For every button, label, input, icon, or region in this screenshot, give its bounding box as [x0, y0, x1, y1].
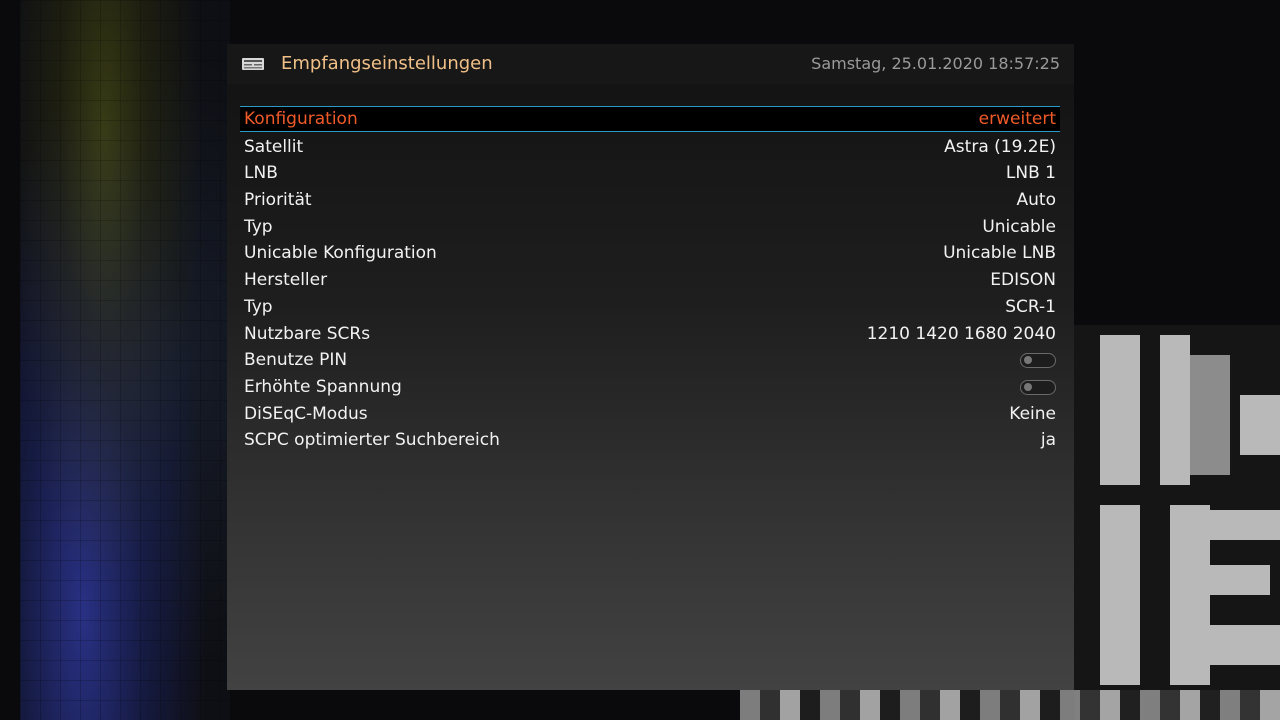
- setting-label: LNB: [244, 163, 278, 184]
- settings-row[interactable]: Unicable Konfiguration Unicable LNB: [240, 240, 1060, 267]
- background-right-pixelated: [1074, 325, 1280, 720]
- settings-row[interactable]: Typ Unicable: [240, 214, 1060, 241]
- settings-row[interactable]: Erhöhte Spannung: [240, 374, 1060, 401]
- toggle-switch[interactable]: [1020, 379, 1056, 395]
- setting-label: Hersteller: [244, 270, 328, 291]
- toggle-knob: [1024, 382, 1032, 391]
- setting-label: Unicable Konfiguration: [244, 243, 437, 264]
- settings-row[interactable]: Priorität Auto: [240, 187, 1060, 214]
- satellite-dish-icon: [242, 58, 264, 70]
- setting-value: Auto: [1016, 190, 1056, 211]
- background-left-blur: [20, 0, 230, 720]
- setting-label: DiSEqC-Modus: [244, 403, 368, 424]
- setting-value: Unicable LNB: [943, 243, 1056, 264]
- settings-row[interactable]: SCPC optimierter Suchbereich ja: [240, 427, 1060, 454]
- panel-header: Empfangseinstellungen Samstag, 25.01.202…: [227, 44, 1074, 84]
- settings-row[interactable]: Typ SCR-1: [240, 294, 1060, 321]
- setting-value: erweitert: [978, 109, 1056, 129]
- setting-label: Konfiguration: [244, 109, 358, 129]
- setting-label: Erhöhte Spannung: [244, 376, 402, 397]
- page-title: Empfangseinstellungen: [281, 53, 493, 74]
- toggle-knob: [1024, 356, 1032, 365]
- setting-value: ja: [1040, 430, 1056, 451]
- settings-row[interactable]: Konfiguration erweitert: [240, 106, 1060, 132]
- setting-value: 1210 1420 1680 2040: [866, 323, 1056, 344]
- settings-row[interactable]: LNB LNB 1: [240, 160, 1060, 187]
- setting-label: SCPC optimierter Suchbereich: [244, 430, 500, 451]
- background-bottom-pixelated: [740, 690, 1280, 720]
- setting-label: Satellit: [244, 136, 304, 157]
- setting-value: Astra (19.2E): [944, 136, 1056, 157]
- setting-label: Priorität: [244, 190, 312, 211]
- settings-list: Konfiguration erweitert Satellit Astra (19.…: [240, 106, 1060, 454]
- setting-value: SCR-1: [1005, 296, 1056, 317]
- settings-row[interactable]: DiSEqC-Modus Keine: [240, 401, 1060, 428]
- setting-label: Benutze PIN: [244, 350, 348, 371]
- setting-value: Unicable: [982, 216, 1056, 237]
- toggle-switch[interactable]: [1020, 353, 1056, 369]
- setting-label: Typ: [244, 296, 273, 317]
- settings-row[interactable]: Benutze PIN: [240, 347, 1060, 374]
- setting-value: EDISON: [990, 270, 1056, 291]
- setting-value: LNB 1: [1005, 163, 1056, 184]
- reception-settings-panel: Empfangseinstellungen Samstag, 25.01.202…: [227, 44, 1074, 690]
- settings-row[interactable]: Hersteller EDISON: [240, 267, 1060, 294]
- setting-label: Typ: [244, 216, 273, 237]
- setting-value: Keine: [1009, 403, 1056, 424]
- settings-row[interactable]: Nutzbare SCRs 1210 1420 1680 2040: [240, 321, 1060, 348]
- date-time: Samstag, 25.01.2020 18:57:25: [811, 54, 1060, 73]
- setting-label: Nutzbare SCRs: [244, 323, 371, 344]
- settings-row[interactable]: Satellit Astra (19.2E): [240, 134, 1060, 161]
